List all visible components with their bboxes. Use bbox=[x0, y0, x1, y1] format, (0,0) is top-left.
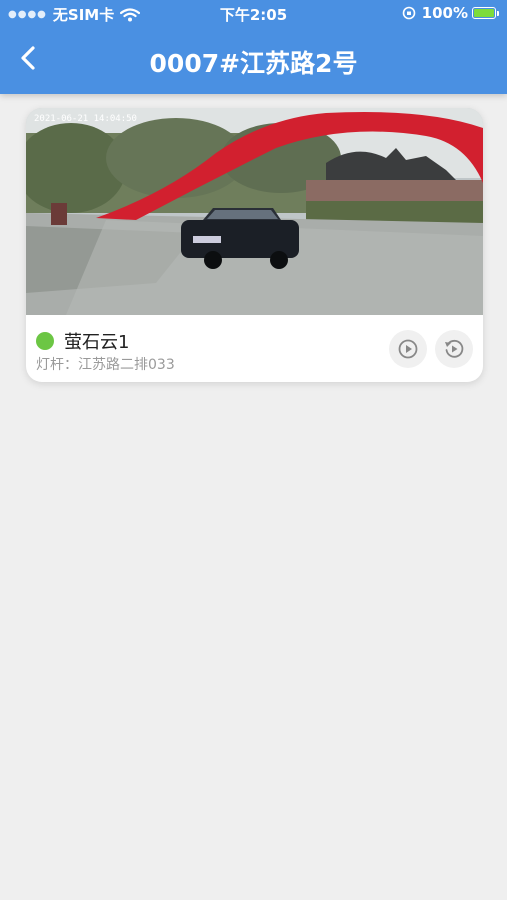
camera-thumbnail[interactable]: 2021-06-21 14:04:50 bbox=[26, 108, 483, 315]
battery-icon bbox=[472, 7, 496, 19]
app-header: ●●●● 无SIM卡 下午2:05 100% 0007#江苏路2号 bbox=[0, 0, 507, 94]
orientation-lock-icon bbox=[402, 6, 415, 20]
live-play-button[interactable] bbox=[389, 330, 427, 368]
playback-button[interactable] bbox=[435, 330, 473, 368]
replay-icon bbox=[445, 339, 464, 358]
nav-bar: 0007#江苏路2号 bbox=[0, 26, 507, 94]
camera-name: 萤石云1 bbox=[64, 332, 130, 353]
battery-percent: 100% bbox=[421, 4, 468, 22]
online-status-dot bbox=[36, 332, 54, 350]
camera-name-row: 萤石云1 bbox=[36, 328, 129, 354]
status-right: 100% bbox=[402, 4, 499, 22]
camera-card[interactable]: 2021-06-21 14:04:50 萤石云1 灯杆：江苏路二排033 bbox=[26, 108, 483, 382]
status-bar: ●●●● 无SIM卡 下午2:05 100% bbox=[0, 0, 507, 26]
camera-pole-label: 灯杆：江苏路二排033 bbox=[36, 357, 175, 373]
camera-timestamp: 2021-06-21 14:04:50 bbox=[34, 114, 137, 124]
page-title: 0007#江苏路2号 bbox=[149, 49, 358, 78]
play-circle-icon bbox=[398, 339, 418, 359]
